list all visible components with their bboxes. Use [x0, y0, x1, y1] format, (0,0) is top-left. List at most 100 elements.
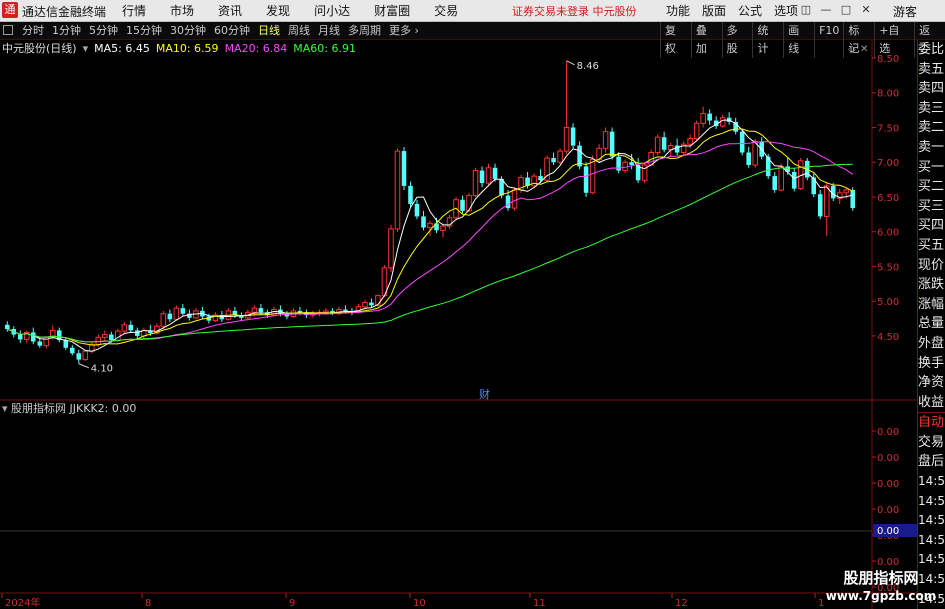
low-price-label: 4.10	[91, 364, 113, 375]
candle-body-down	[180, 308, 186, 314]
stock-title[interactable]: 中元股份(日线)	[2, 42, 77, 56]
menu-functions[interactable]: 功能	[660, 0, 696, 22]
candle-body-up	[778, 165, 784, 191]
candle-body-up	[466, 195, 472, 212]
quote-label-volume: 总量	[918, 316, 945, 332]
menu-discover[interactable]: 发现	[254, 0, 302, 22]
candle-body-down	[128, 324, 134, 331]
indicator-title[interactable]: 股朋指标网 JJKKK2: 0.00	[11, 402, 136, 415]
period-tab[interactable]: 月线	[314, 22, 344, 40]
trade-label[interactable]: 交易	[918, 433, 945, 453]
high-price-label: 8.46	[577, 61, 599, 72]
period-tab[interactable]: 多周期	[344, 22, 385, 40]
period-tabs: 分时 1分钟 5分钟 15分钟 30分钟 60分钟 日线 周线 月线 多周期 更…	[18, 22, 423, 40]
menu-wealth-circle[interactable]: 财富圈	[362, 0, 422, 22]
quote-side-panel: 委比 卖五 卖四 卖三 卖二 卖一 买一 买二 买三 买四 买五 现价 涨跌 涨…	[917, 40, 945, 609]
candle-body-up	[323, 310, 329, 313]
minimize-icon[interactable]: —	[820, 4, 832, 16]
candle-body-up	[121, 324, 128, 332]
period-tab[interactable]: 周线	[284, 22, 314, 40]
auto-label[interactable]: 自动	[918, 413, 945, 433]
indicator-info-line: ▾ 股朋指标网 JJKKK2: 0.00	[2, 402, 136, 416]
candle-body-up	[472, 170, 479, 197]
candle-body-down	[551, 158, 556, 163]
tick-time: 14:56	[918, 513, 945, 528]
site-watermark: 股朋指标网 www.7gpzb.com	[822, 568, 940, 606]
candle-body-up	[251, 307, 258, 313]
candle-body-down	[17, 334, 23, 340]
maximize-icon[interactable]: □	[840, 4, 852, 16]
candle-body-up	[700, 113, 706, 124]
candle-body-down	[63, 340, 69, 348]
candle-body-up	[693, 122, 700, 140]
ma60-line	[7, 163, 853, 343]
kline-chart[interactable]: 8.50 8.00 7.50 7.00 6.50 6.00 5.50 5.00 4.50 0.00…	[0, 40, 917, 609]
menu-options[interactable]: 选项	[768, 0, 804, 22]
chart-info-line: 中元股份(日线) ▾ MA5: 6.45 MA10: 6.59 MA20: 6.…	[2, 42, 356, 56]
quote-label-outer: 外盘	[918, 335, 945, 351]
quote-label-change: 涨跌	[918, 277, 945, 293]
quote-label-sell2: 卖二	[918, 120, 945, 136]
candle-body-up	[823, 185, 830, 217]
candle-body-down	[369, 302, 374, 306]
indicator-settings-icon[interactable]: ▾	[2, 402, 11, 415]
candle-body-up	[362, 302, 368, 308]
quote-label-price: 现价	[918, 257, 945, 273]
app-title: 通达信金融终端	[22, 5, 107, 19]
price-tick-label: 5.50	[877, 262, 899, 273]
candle-body-down	[739, 131, 745, 153]
menu-ask-xiaoda[interactable]: 问小达	[302, 0, 362, 22]
menu-trade[interactable]: 交易	[422, 0, 470, 22]
menu-layout[interactable]: 版面	[696, 0, 732, 22]
period-tab[interactable]: 60分钟	[210, 22, 254, 40]
menu-formula[interactable]: 公式	[732, 0, 768, 22]
ma5-label: MA5: 6.45	[94, 42, 150, 55]
menu-quotes[interactable]: 行情	[110, 0, 158, 22]
stock-app-window: { "app": { "title": "通达信金融终端", "logo": "…	[0, 0, 945, 609]
period-tab[interactable]: 分时	[18, 22, 48, 40]
price-tick-label: 7.00	[877, 158, 899, 169]
guest-login[interactable]: 游客	[893, 3, 917, 20]
window-buttons: ◫ — □ ✕	[800, 4, 872, 16]
period-tab[interactable]: 30分钟	[166, 22, 210, 40]
menu-market[interactable]: 市场	[158, 0, 206, 22]
ma60-label: MA60: 6.91	[293, 42, 356, 55]
close-icon[interactable]: ✕	[860, 4, 872, 16]
candle-body-down	[629, 162, 634, 166]
period-tab[interactable]: 5分钟	[85, 22, 122, 40]
skin-icon[interactable]: ◫	[800, 4, 812, 16]
candle-body-up	[557, 150, 563, 163]
login-warning[interactable]: 证券交易未登录 中元股份	[512, 3, 637, 19]
candle-body-down	[583, 166, 589, 193]
indicator-tick-label: 0.00	[877, 557, 899, 568]
period-tab-daily[interactable]: 日线	[254, 22, 284, 40]
ma10-line	[7, 128, 853, 346]
period-tab-more[interactable]: 更多 ›	[385, 22, 423, 40]
period-tab[interactable]: 1分钟	[48, 22, 85, 40]
time-tick-label: 9	[289, 598, 295, 609]
candle-body-up	[102, 334, 108, 338]
candle-body-up	[394, 150, 401, 230]
candle-body-down	[707, 113, 712, 121]
price-tick-label: 8.00	[877, 89, 899, 100]
settings-icon[interactable]: ▾	[83, 42, 89, 56]
period-tab[interactable]: 15分钟	[122, 22, 166, 40]
quote-label-sell5: 卖五	[918, 61, 945, 77]
layout-toggle-icon[interactable]	[3, 25, 13, 35]
candle-body-up	[531, 175, 537, 187]
candle-body-down	[401, 151, 407, 186]
app-logo-icon: 通	[2, 2, 18, 18]
indicator-tick-label: 0.00	[877, 505, 899, 516]
price-tick-label: 6.50	[877, 193, 899, 204]
price-tick-label: 4.50	[877, 332, 899, 343]
candle-body-up	[752, 140, 758, 166]
menu-news[interactable]: 资讯	[206, 0, 254, 22]
candle-body-up	[654, 136, 661, 153]
chart-close-icon: ✕	[860, 44, 868, 55]
candle-body-down	[538, 176, 543, 181]
quote-label-sell3: 卖三	[918, 100, 945, 116]
candle-body-down	[37, 341, 43, 346]
title-bar: 通 通达信金融终端 行情 市场 资讯 发现 问小达 财富圈 交易 证券交易未登录…	[0, 0, 945, 22]
candle-body-down	[570, 127, 576, 146]
candle-body-up	[440, 225, 446, 231]
